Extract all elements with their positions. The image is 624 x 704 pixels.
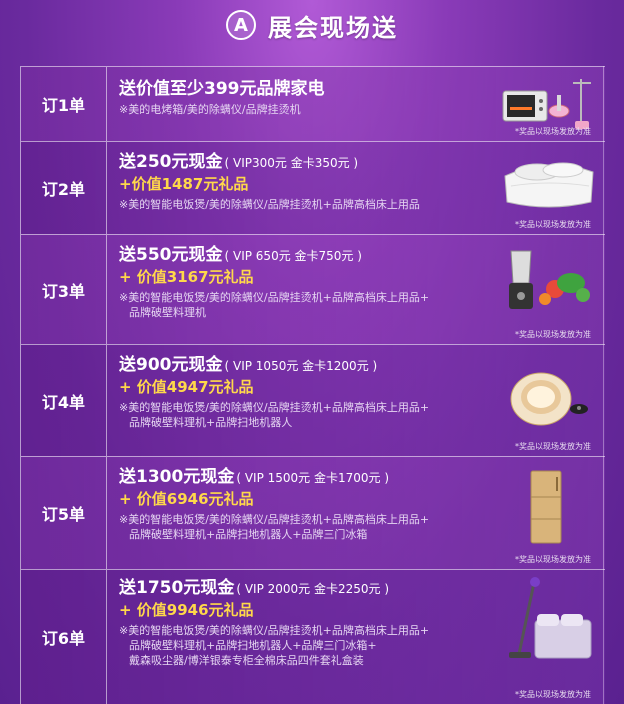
row-desc: ※美的智能电饭煲/美的除螨仪/品牌挂烫机+品牌高档床上用品+ 品牌破壁料理机 xyxy=(119,291,430,319)
row-note: *奖品以现场发放为准 xyxy=(515,220,591,229)
row-gift-text: + 价值4947元礼品 xyxy=(119,378,254,396)
row-main-text: 送900元现金( VIP 1050元 金卡1200元 ) xyxy=(119,355,378,375)
bedding-icon xyxy=(504,162,594,208)
table-row: 订3单 送550元现金( VIP 650元 金卡750元 ) + 价值3167元… xyxy=(21,234,605,344)
row-note: *奖品以现场发放为准 xyxy=(515,555,591,564)
row-label: 订2单 xyxy=(21,142,107,234)
row-desc: ※美的智能电饭煲/美的除螨仪/品牌挂烫机+品牌高档床上用品 xyxy=(119,198,420,211)
row-main-text: 送价值至少399元品牌家电 xyxy=(119,79,325,99)
row-label: 订6单 xyxy=(21,570,107,704)
stick-vacuum-bed-icon xyxy=(509,577,592,659)
page-title: 展会现场送 xyxy=(268,13,398,42)
prize-table: 订1单 送价值至少399元品牌家电 ※美的电烤箱/美的除螨仪/品牌挂烫机 *奖品… xyxy=(20,66,605,704)
row-label: 订4单 xyxy=(21,345,107,456)
table-row: 订5单 送1300元现金( VIP 1500元 金卡1700元 ) + 价值69… xyxy=(21,456,605,569)
badge-icon: A xyxy=(226,10,256,40)
table-row: 订4单 送900元现金( VIP 1050元 金卡1200元 ) + 价值494… xyxy=(21,344,605,456)
row-gift-text: +价值1487元礼品 xyxy=(119,175,249,193)
oven-mite-steamer-icon xyxy=(502,79,591,129)
row-note: *奖品以现场发放为准 xyxy=(515,690,591,699)
blender-icon xyxy=(509,250,590,309)
robot-vacuum-icon xyxy=(510,372,588,426)
row-main-text: 送550元现金( VIP 650元 金卡750元 ) xyxy=(119,245,362,265)
row-main-text: 送1300元现金( VIP 1500元 金卡1700元 ) xyxy=(119,467,390,487)
row-gift-text: + 价值3167元礼品 xyxy=(119,268,254,286)
row-label: 订1单 xyxy=(21,67,107,141)
row-desc: ※美的智能电饭煲/美的除螨仪/品牌挂烫机+品牌高档床上用品+ 品牌破壁料理机+品牌… xyxy=(119,401,430,429)
row-main-text: 送250元现金( VIP300元 金卡350元 ) xyxy=(119,152,359,172)
row-gift-text: + 价值6946元礼品 xyxy=(119,490,254,508)
row-label: 订5单 xyxy=(21,457,107,569)
table-row: 订6单 送1750元现金( VIP 2000元 金卡2250元 ) + 价值99… xyxy=(21,569,605,704)
row-note: *奖品以现场发放为准 xyxy=(515,442,591,451)
table-row: 订2单 送250元现金( VIP300元 金卡350元 ) +价值1487元礼品… xyxy=(21,141,605,234)
row-gift-text: + 价值9946元礼品 xyxy=(119,601,254,619)
row-main-text: 送1750元现金( VIP 2000元 金卡2250元 ) xyxy=(119,578,390,598)
row-note: *奖品以现场发放为准 xyxy=(515,330,591,339)
row-desc: ※美的智能电饭煲/美的除螨仪/品牌挂烫机+品牌高档床上用品+ 品牌破壁料理机+品牌… xyxy=(119,624,430,667)
row-note: *奖品以现场发放为准 xyxy=(515,127,591,136)
fridge-icon xyxy=(530,470,562,544)
row-label: 订3单 xyxy=(21,235,107,344)
row-desc: ※美的电烤箱/美的除螨仪/品牌挂烫机 xyxy=(119,103,301,116)
table-row: 订1单 送价值至少399元品牌家电 ※美的电烤箱/美的除螨仪/品牌挂烫机 *奖品… xyxy=(21,66,605,141)
row-desc: ※美的智能电饭煲/美的除螨仪/品牌挂烫机+品牌高档床上用品+ 品牌破壁料理机+品牌… xyxy=(119,513,430,541)
header: A 展会现场送 xyxy=(0,0,624,50)
